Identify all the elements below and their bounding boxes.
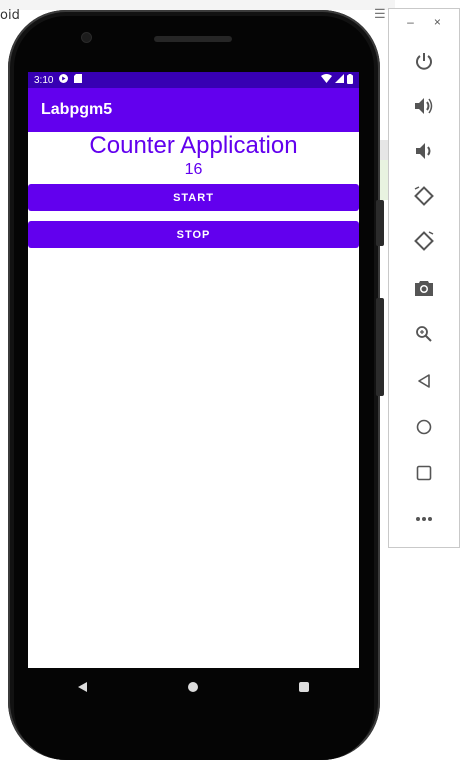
sd-card-icon (74, 74, 83, 86)
wifi-icon (321, 74, 332, 86)
background-text: oid (0, 8, 20, 23)
nav-home-icon[interactable] (187, 682, 198, 692)
page-title: Counter Application (89, 132, 298, 159)
volume-down-icon[interactable] (389, 134, 459, 168)
volume-up-icon[interactable] (389, 89, 459, 123)
zoom-icon[interactable] (389, 317, 459, 351)
stop-button[interactable]: STOP (28, 221, 359, 248)
navigation-bar (28, 668, 359, 706)
rotate-left-icon[interactable] (389, 179, 459, 213)
more-icon[interactable] (389, 502, 459, 536)
front-camera (81, 32, 92, 43)
nav-back-icon[interactable] (78, 682, 88, 692)
overview-icon[interactable] (389, 456, 459, 490)
phone-volume-button (376, 298, 384, 396)
emulator-toolbar: – × (388, 8, 460, 548)
app-title: Labpgm5 (41, 101, 113, 118)
signal-icon (335, 74, 344, 86)
phone-screen: 3:10 Labpgm5 Counter Application 16 STAR (28, 72, 359, 668)
rotate-right-icon[interactable] (389, 224, 459, 258)
back-icon[interactable] (389, 364, 459, 398)
status-time: 3:10 (34, 74, 54, 86)
camera-icon[interactable] (389, 271, 459, 305)
home-icon[interactable] (389, 410, 459, 444)
start-button[interactable]: START (28, 184, 359, 211)
minimize-button[interactable]: – (407, 15, 414, 35)
menu-icon: ☰ (374, 6, 386, 21)
app-bar: Labpgm5 (28, 88, 359, 132)
play-store-icon (59, 74, 69, 86)
counter-value: 16 (184, 161, 203, 178)
background-strip (0, 0, 395, 10)
battery-icon (347, 73, 353, 87)
phone-side-button (376, 200, 384, 246)
earpiece-speaker (154, 36, 232, 42)
nav-recents-icon[interactable] (298, 682, 309, 692)
close-button[interactable]: × (434, 15, 441, 35)
power-icon[interactable] (389, 44, 459, 78)
status-bar: 3:10 (28, 72, 359, 88)
main-content: Counter Application 16 START STOP (28, 133, 359, 248)
